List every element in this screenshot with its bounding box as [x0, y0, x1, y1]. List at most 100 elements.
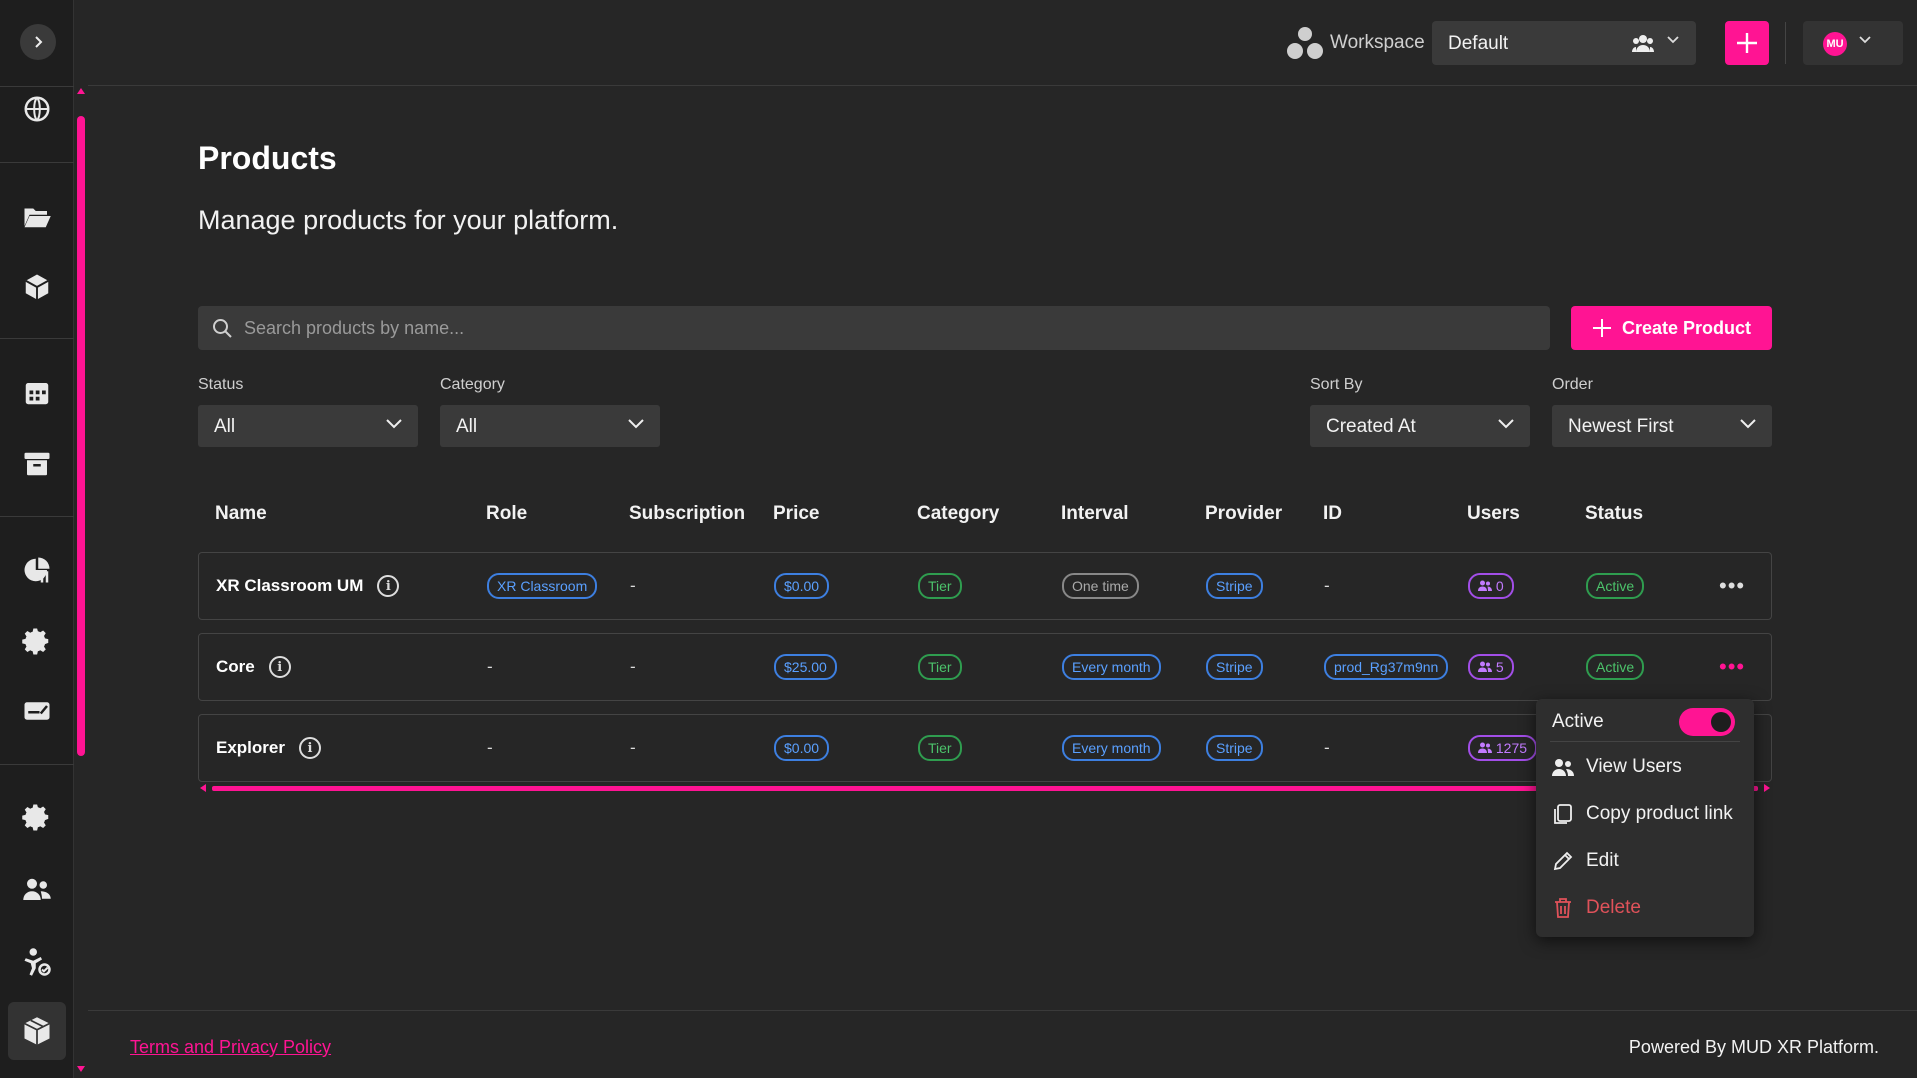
row-actions-menu: Active View Users Copy product link Edit…: [1536, 699, 1754, 937]
chevron-down-icon: [1859, 36, 1871, 44]
user-menu-button[interactable]: MU: [1803, 21, 1903, 65]
active-toggle-label: Active: [1552, 711, 1604, 732]
topbar-divider: [1785, 22, 1786, 64]
sidebar-divider: [0, 86, 74, 87]
search-box: [198, 306, 1550, 350]
provider-badge: Stripe: [1206, 735, 1263, 761]
sidebar-item-admin-settings[interactable]: [20, 800, 54, 834]
sidebar-item-cards[interactable]: [20, 694, 54, 728]
column-header-role[interactable]: Role: [486, 503, 527, 525]
avatar: MU: [1823, 32, 1847, 56]
workspace-select[interactable]: Default: [1432, 21, 1696, 65]
users-icon: [1552, 759, 1574, 776]
scroll-down-arrow-icon[interactable]: [77, 1066, 85, 1072]
sidebar-divider: [0, 764, 74, 765]
scroll-right-arrow-icon[interactable]: [1764, 784, 1770, 792]
provider-badge: Stripe: [1206, 654, 1263, 680]
provider-badge: Stripe: [1206, 573, 1263, 599]
sidebar-expand-button[interactable]: [20, 24, 56, 60]
settings-gear-icon: [22, 804, 49, 831]
search-input[interactable]: [244, 306, 1534, 350]
powered-by-text: Powered By MUD XR Platform.: [1628, 1037, 1879, 1057]
menu-item-edit[interactable]: Edit: [1552, 845, 1619, 877]
users-badge[interactable]: 0: [1468, 573, 1514, 599]
sidebar-item-settings[interactable]: [20, 624, 54, 658]
folder-open-icon: [24, 208, 51, 228]
scrollbar-thumb[interactable]: [212, 786, 1758, 791]
table-row[interactable]: Core i - - $25.00 Tier Every month Strip…: [198, 633, 1772, 701]
sidebar-item-files[interactable]: [20, 199, 54, 233]
status-filter-select[interactable]: All: [198, 405, 418, 447]
workspace-icon: [1287, 27, 1323, 59]
column-header-users[interactable]: Users: [1467, 503, 1520, 525]
calendar-icon: [25, 383, 49, 405]
scrollbar-thumb[interactable]: [77, 116, 85, 756]
gear-icon: [22, 628, 49, 655]
users-badge[interactable]: 1275: [1468, 735, 1538, 761]
sidebar-divider: [0, 516, 74, 517]
column-header-status[interactable]: Status: [1585, 503, 1643, 525]
create-product-button[interactable]: Create Product: [1571, 306, 1772, 350]
child-check-icon: [24, 948, 51, 976]
order-select[interactable]: Newest First: [1552, 405, 1772, 447]
sidebar-item-archive[interactable]: [20, 447, 54, 481]
status-badge: Active: [1586, 573, 1645, 599]
category-filter-select[interactable]: All: [440, 405, 660, 447]
column-header-provider[interactable]: Provider: [1205, 503, 1282, 525]
sidebar-item-analytics[interactable]: [20, 553, 54, 587]
status-badge: Active: [1586, 654, 1645, 680]
status-filter-label: Status: [198, 376, 244, 393]
interval-badge: Every month: [1062, 654, 1161, 680]
sidebar-divider: [0, 338, 74, 339]
page-title: Products: [198, 140, 337, 176]
role-badge: XR Classroom: [487, 573, 598, 599]
sidebar-item-calendar[interactable]: [20, 376, 54, 410]
scroll-left-arrow-icon[interactable]: [200, 784, 206, 792]
users-badge[interactable]: 5: [1468, 654, 1514, 680]
sidebar-item-kids[interactable]: [20, 945, 54, 979]
sidebar-scrollbar[interactable]: [77, 88, 85, 1072]
column-header-price[interactable]: Price: [773, 503, 819, 525]
subscription-value: -: [630, 576, 636, 595]
product-name: Core: [216, 657, 255, 676]
chevron-down-icon: [628, 419, 644, 429]
info-icon[interactable]: i: [377, 575, 400, 597]
menu-item-view-users[interactable]: View Users: [1552, 751, 1682, 783]
delete-label: Delete: [1586, 897, 1641, 918]
info-icon[interactable]: i: [268, 656, 291, 678]
product-name: Explorer: [216, 738, 285, 757]
sidebar-item-products[interactable]: [20, 1014, 54, 1048]
sort-by-value: Created At: [1326, 416, 1416, 437]
more-actions-icon[interactable]: •••: [1719, 654, 1745, 680]
info-icon[interactable]: i: [298, 737, 321, 759]
sidebar-item-assets[interactable]: [20, 270, 54, 304]
terms-link[interactable]: Terms and Privacy Policy: [130, 1037, 331, 1058]
cube-icon: [25, 274, 49, 300]
column-header-category[interactable]: Category: [917, 503, 999, 525]
scroll-up-arrow-icon[interactable]: [77, 88, 85, 94]
menu-item-copy-link[interactable]: Copy product link: [1552, 798, 1733, 830]
column-header-name[interactable]: Name: [215, 503, 267, 525]
globe-icon: [24, 96, 50, 122]
table-row[interactable]: XR Classroom UM i XR Classroom - $0.00 T…: [198, 552, 1772, 620]
category-badge: Tier: [918, 735, 962, 761]
sidebar-item-users[interactable]: [20, 873, 54, 907]
order-value: Newest First: [1568, 416, 1674, 437]
product-id: -: [1324, 576, 1330, 595]
order-label: Order: [1552, 376, 1593, 393]
users-count: 5: [1495, 659, 1504, 675]
product-id-badge: prod_Rg37m9nn: [1324, 654, 1449, 680]
sort-by-select[interactable]: Created At: [1310, 405, 1530, 447]
column-header-id[interactable]: ID: [1323, 503, 1342, 525]
column-header-subscription[interactable]: Subscription: [629, 503, 745, 525]
chevron-down-icon: [1498, 419, 1514, 429]
more-actions-icon[interactable]: •••: [1719, 573, 1745, 599]
active-toggle[interactable]: [1679, 708, 1735, 736]
product-name: XR Classroom UM: [216, 576, 364, 595]
add-button[interactable]: [1725, 21, 1769, 65]
column-header-interval[interactable]: Interval: [1061, 503, 1129, 525]
sidebar-item-explore[interactable]: [20, 92, 54, 126]
menu-item-delete[interactable]: Delete: [1552, 892, 1641, 924]
workspace-select-value: Default: [1448, 33, 1509, 54]
plus-icon: [1737, 33, 1757, 53]
